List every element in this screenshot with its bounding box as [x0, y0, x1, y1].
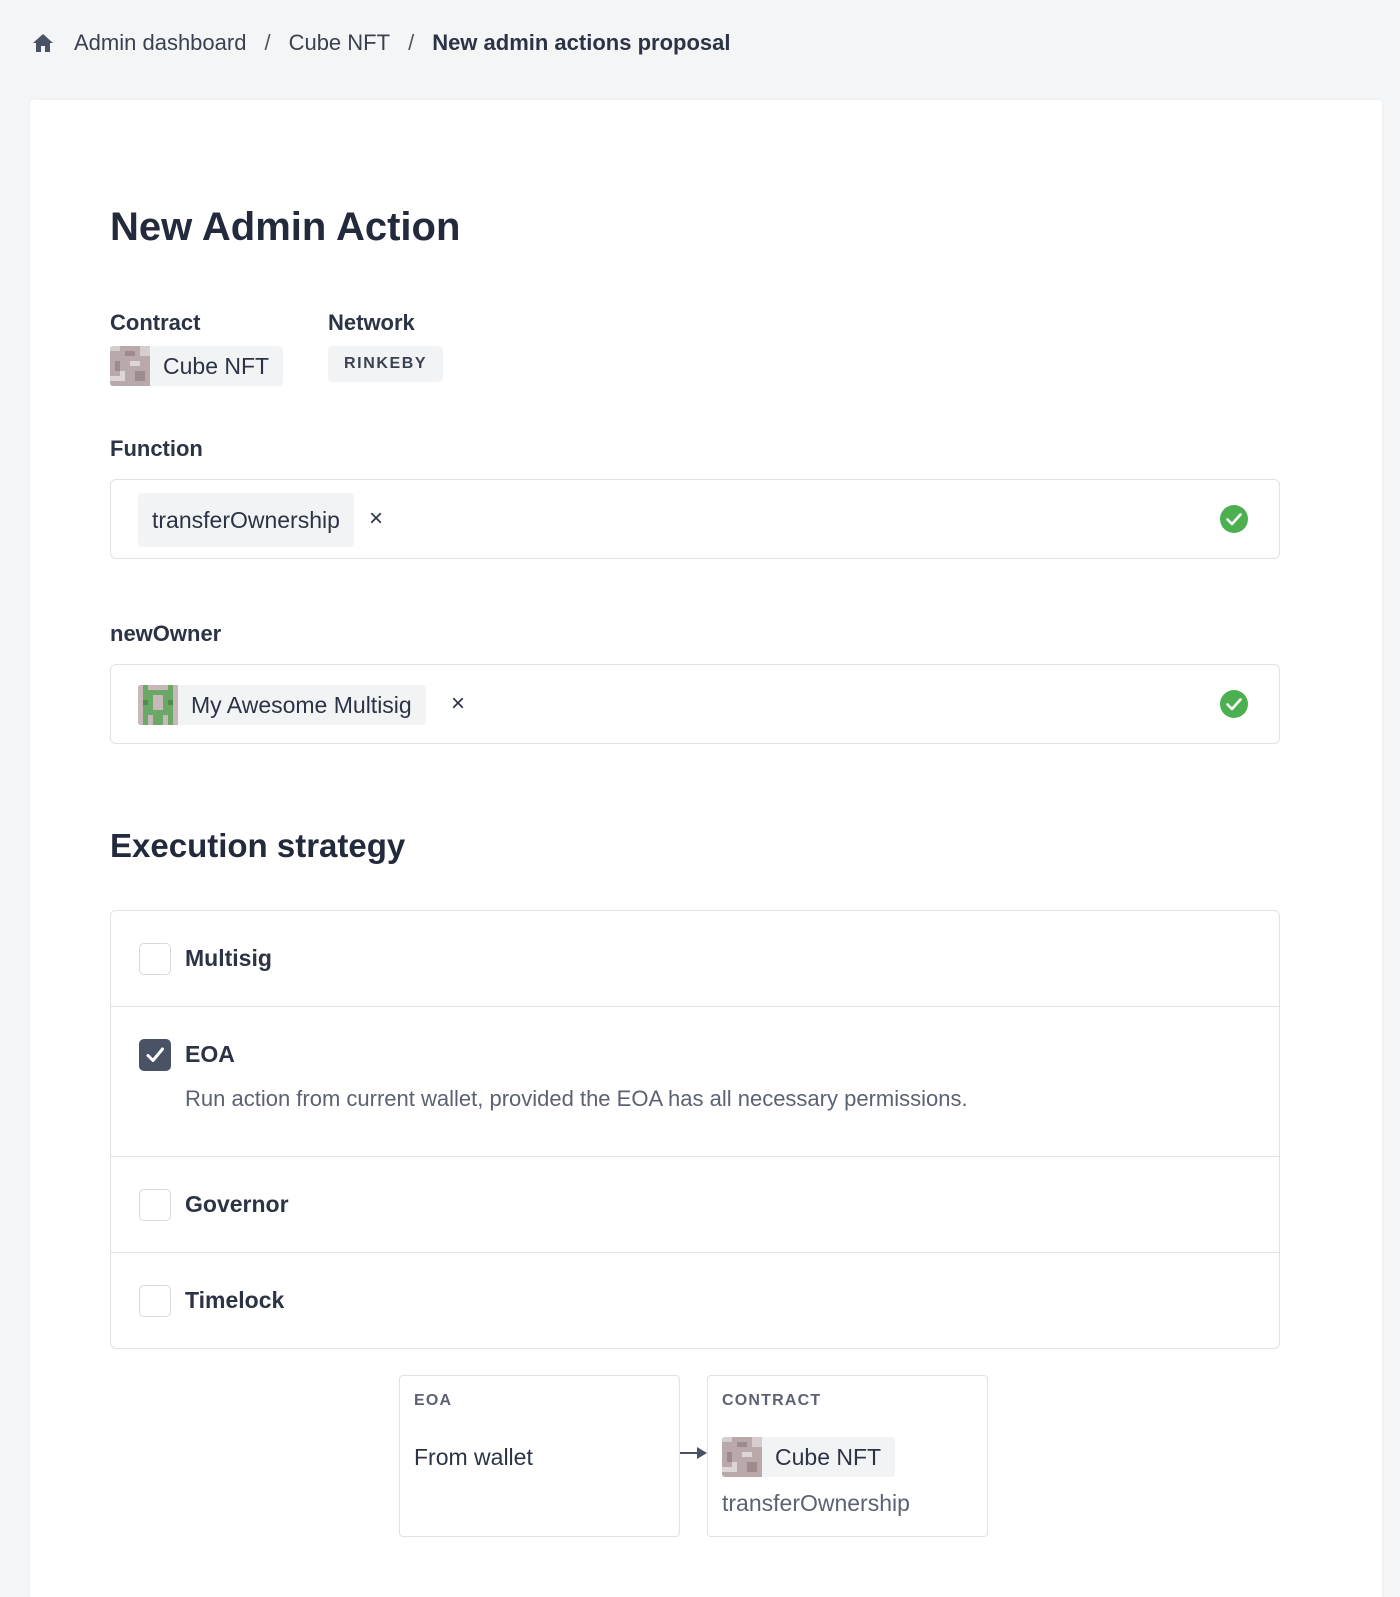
contract-chip: Cube NFT	[110, 346, 284, 386]
timelock-checkbox[interactable]	[139, 1284, 171, 1317]
governor-checkbox[interactable]	[139, 1188, 171, 1221]
page-title: New Admin Action	[110, 205, 461, 249]
function-select[interactable]: transferOwnership ×	[110, 479, 1280, 559]
strategy-label: Governor	[185, 1191, 289, 1217]
network-badge: RINKEBY	[328, 346, 444, 382]
contract-label: Contract	[110, 310, 201, 335]
new-owner-value-chip: My Awesome Multisig	[138, 685, 426, 725]
new-owner-name: My Awesome Multisig	[191, 691, 412, 718]
network-label: Network	[328, 310, 415, 335]
flow-contract-chip: Cube NFT	[722, 1437, 896, 1477]
strategy-eoa[interactable]: EOA Run action from current wallet, prov…	[111, 1006, 1279, 1156]
breadcrumb-separator: /	[264, 30, 271, 55]
proposal-card: New Admin Action Contract Cube NFT Netwo…	[30, 100, 1382, 1597]
strategy-multisig[interactable]: Multisig	[111, 911, 1279, 1006]
eoa-checkbox[interactable]	[139, 1038, 171, 1071]
flow-source-box: EOA From wallet	[399, 1375, 680, 1537]
new-owner-select[interactable]: My Awesome Multisig ×	[110, 664, 1280, 744]
strategy-timelock[interactable]: Timelock	[111, 1252, 1279, 1348]
checkmark-icon	[146, 1047, 164, 1062]
strategy-governor[interactable]: Governor	[111, 1156, 1279, 1252]
clear-new-owner-icon[interactable]: ×	[443, 689, 473, 719]
new-owner-label: newOwner	[110, 621, 222, 646]
breadcrumb-item-cube-nft[interactable]: Cube NFT	[289, 30, 390, 56]
home-icon[interactable]	[32, 32, 54, 54]
multisig-checkbox[interactable]	[139, 942, 171, 975]
clear-function-icon[interactable]: ×	[361, 504, 391, 534]
execution-strategy-list: Multisig EOA Run action from current wal…	[110, 910, 1280, 1349]
execution-strategy-title: Execution strategy	[110, 827, 406, 864]
function-label: Function	[110, 436, 203, 461]
strategy-label: EOA	[185, 1041, 235, 1067]
contract-avatar	[110, 346, 150, 386]
flow-source-text: From wallet	[414, 1444, 533, 1470]
flow-source-heading: EOA	[414, 1392, 453, 1409]
breadcrumb-separator: /	[408, 30, 415, 55]
check-circle-icon	[1220, 690, 1248, 718]
check-circle-icon	[1220, 505, 1248, 533]
multisig-avatar	[138, 685, 178, 725]
function-value-chip: transferOwnership	[138, 493, 354, 547]
contract-avatar	[722, 1437, 762, 1477]
breadcrumb: Admin dashboard / Cube NFT / New admin a…	[32, 30, 730, 56]
flow-contract-name: Cube NFT	[775, 1443, 882, 1470]
flow-target-heading: CONTRACT	[722, 1392, 822, 1409]
arrow-right-icon	[680, 1447, 707, 1459]
contract-name: Cube NFT	[163, 352, 270, 379]
flow-function-name: transferOwnership	[722, 1490, 910, 1516]
breadcrumb-item-admin-dashboard[interactable]: Admin dashboard	[74, 30, 246, 56]
breadcrumb-current: New admin actions proposal	[432, 30, 731, 55]
strategy-label: Multisig	[185, 945, 272, 971]
strategy-label: Timelock	[185, 1287, 285, 1313]
flow-target-box: CONTRACT Cube NFT transferOwnership	[707, 1375, 988, 1537]
eoa-description: Run action from current wallet, provided…	[185, 1086, 968, 1111]
